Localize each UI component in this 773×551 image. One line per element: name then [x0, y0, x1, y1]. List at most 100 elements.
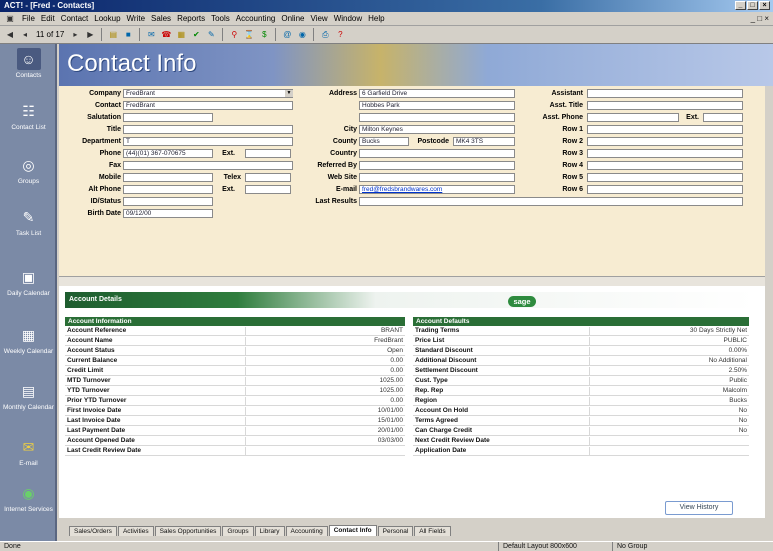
row4-field[interactable]	[587, 161, 743, 170]
app-menu-icon[interactable]: ▣	[4, 13, 16, 25]
group-status[interactable]: No Group	[612, 542, 722, 551]
menu-edit[interactable]: Edit	[41, 14, 55, 23]
mdi-controls[interactable]: _ □ ×	[751, 14, 769, 23]
row2-field[interactable]	[587, 137, 743, 146]
layout-status[interactable]: Default Layout 800x600	[498, 542, 608, 551]
open-icon[interactable]: ▤	[107, 29, 119, 41]
phone-field[interactable]: (44)(01) 367-070675	[123, 149, 213, 158]
sidebar-item-daily-calendar[interactable]: ▣ Daily Calendar	[0, 266, 57, 298]
phone-ext-field[interactable]	[245, 149, 291, 158]
menu-online[interactable]: Online	[281, 14, 304, 23]
row6-field[interactable]	[587, 185, 743, 194]
fax-field[interactable]	[123, 161, 293, 170]
postcode-field[interactable]: MK4 3TS	[453, 137, 515, 146]
referred-by-field[interactable]	[359, 161, 515, 170]
asst-phone-field[interactable]	[587, 113, 679, 122]
salutation-field[interactable]	[123, 113, 213, 122]
sidebar-item-contact-list[interactable]: ☷ Contact List	[0, 100, 57, 132]
row5-field[interactable]	[587, 173, 743, 182]
call-icon[interactable]: ☎	[160, 29, 172, 41]
title-field[interactable]	[123, 125, 293, 134]
birth-date-field[interactable]: 09/12/00	[123, 209, 213, 218]
todo-icon[interactable]: ✔	[190, 29, 202, 41]
email-icon[interactable]: @	[281, 29, 293, 41]
menu-file[interactable]: File	[22, 14, 35, 23]
tab-accounting[interactable]: Accounting	[285, 526, 328, 536]
sidebar-item-weekly-calendar[interactable]: ▦ Weekly Calendar	[0, 324, 57, 356]
menu-contact[interactable]: Contact	[61, 14, 89, 23]
close-button[interactable]: ×	[759, 1, 770, 10]
menu-lookup[interactable]: Lookup	[94, 14, 120, 23]
web-icon[interactable]: ◉	[296, 29, 308, 41]
address-line1-field[interactable]: 6 Garfield Drive	[359, 89, 515, 98]
tab-contact-info[interactable]: Contact Info	[328, 525, 377, 536]
menu-window[interactable]: Window	[334, 14, 362, 23]
county-field[interactable]: Bucks	[359, 137, 409, 146]
tab-library[interactable]: Library	[254, 526, 285, 536]
menu-tools[interactable]: Tools	[211, 14, 230, 23]
department-field[interactable]: T	[123, 137, 293, 146]
sidebar-item-groups[interactable]: ◎ Groups	[0, 154, 57, 186]
note-icon[interactable]: ✎	[205, 29, 217, 41]
view-history-button[interactable]: View History	[665, 501, 733, 515]
letter-icon[interactable]: ✉	[145, 29, 157, 41]
minimize-button[interactable]: _	[735, 1, 746, 10]
sidebar-item-email[interactable]: ✉ E-mail	[0, 436, 57, 468]
sidebar-item-internet-services[interactable]: ◉ Internet Services	[0, 482, 57, 514]
menu-view[interactable]: View	[310, 14, 327, 23]
row-label: Last Payment Date	[67, 427, 126, 434]
next-record-icon[interactable]: ▸	[69, 29, 81, 41]
assistant-field[interactable]	[587, 89, 743, 98]
sidebar-item-monthly-calendar[interactable]: ▤ Monthly Calendar	[0, 380, 57, 412]
contact-field[interactable]: FredBrant	[123, 101, 293, 110]
save-icon[interactable]: ■	[122, 29, 134, 41]
help-icon[interactable]: ?	[334, 29, 346, 41]
maximize-button[interactable]: □	[747, 1, 758, 10]
history-icon[interactable]: ⌛	[243, 29, 255, 41]
tab-sales-opportunities[interactable]: Sales Opportunities	[154, 526, 222, 536]
id-status-field[interactable]	[123, 197, 213, 206]
asst-title-field[interactable]	[587, 101, 743, 110]
horizontal-scrollbar[interactable]	[59, 276, 765, 286]
last-record-icon[interactable]: ▶	[84, 29, 96, 41]
menu-accounting[interactable]: Accounting	[236, 14, 276, 23]
menu-reports[interactable]: Reports	[177, 14, 205, 23]
web-site-field[interactable]	[359, 173, 515, 182]
tab-sales-orders[interactable]: Sales/Orders	[69, 526, 117, 536]
row-value: 03/03/00	[377, 437, 403, 444]
country-field[interactable]	[359, 149, 515, 158]
column-divider	[245, 427, 246, 436]
sidebar-item-contacts[interactable]: ☺ Contacts	[0, 48, 57, 80]
menu-write[interactable]: Write	[127, 14, 146, 23]
sales-icon[interactable]: $	[258, 29, 270, 41]
print-icon[interactable]: ⎙	[319, 29, 331, 41]
sidebar-item-task-list[interactable]: ✎ Task List	[0, 206, 57, 238]
row3-field[interactable]	[587, 149, 743, 158]
first-record-icon[interactable]: ◀	[4, 29, 16, 41]
vertical-scrollbar[interactable]	[765, 286, 773, 518]
row1-field[interactable]	[587, 125, 743, 134]
company-field[interactable]: FredBrant	[123, 89, 293, 98]
alt-phone-field[interactable]	[123, 185, 213, 194]
alt-phone-ext-field[interactable]	[245, 185, 291, 194]
city-field[interactable]: Milton Keynes	[359, 125, 515, 134]
meeting-icon[interactable]: ▦	[175, 29, 187, 41]
tab-all-fields[interactable]: All Fields	[414, 526, 451, 536]
tab-personal[interactable]: Personal	[377, 526, 414, 536]
alt-phone-label: Alt Phone	[88, 186, 121, 193]
address-line3-field[interactable]	[359, 113, 515, 122]
telex-field[interactable]	[245, 173, 291, 182]
menu-sales[interactable]: Sales	[151, 14, 171, 23]
chevron-down-icon[interactable]: ▼	[285, 90, 293, 97]
menu-help[interactable]: Help	[368, 14, 384, 23]
lookup-icon[interactable]: ⚲	[228, 29, 240, 41]
assistant-label: Assistant	[551, 90, 583, 97]
previous-record-icon[interactable]: ◂	[19, 29, 31, 41]
email-field[interactable]: fred@fredsbrandwares.com	[359, 185, 515, 194]
address-line2-field[interactable]: Hobbes Park	[359, 101, 515, 110]
asst-ext-field[interactable]	[703, 113, 743, 122]
mobile-field[interactable]	[123, 173, 213, 182]
last-results-field[interactable]	[359, 197, 743, 206]
tab-groups[interactable]: Groups	[222, 526, 254, 536]
tab-activities[interactable]: Activities	[117, 526, 154, 536]
